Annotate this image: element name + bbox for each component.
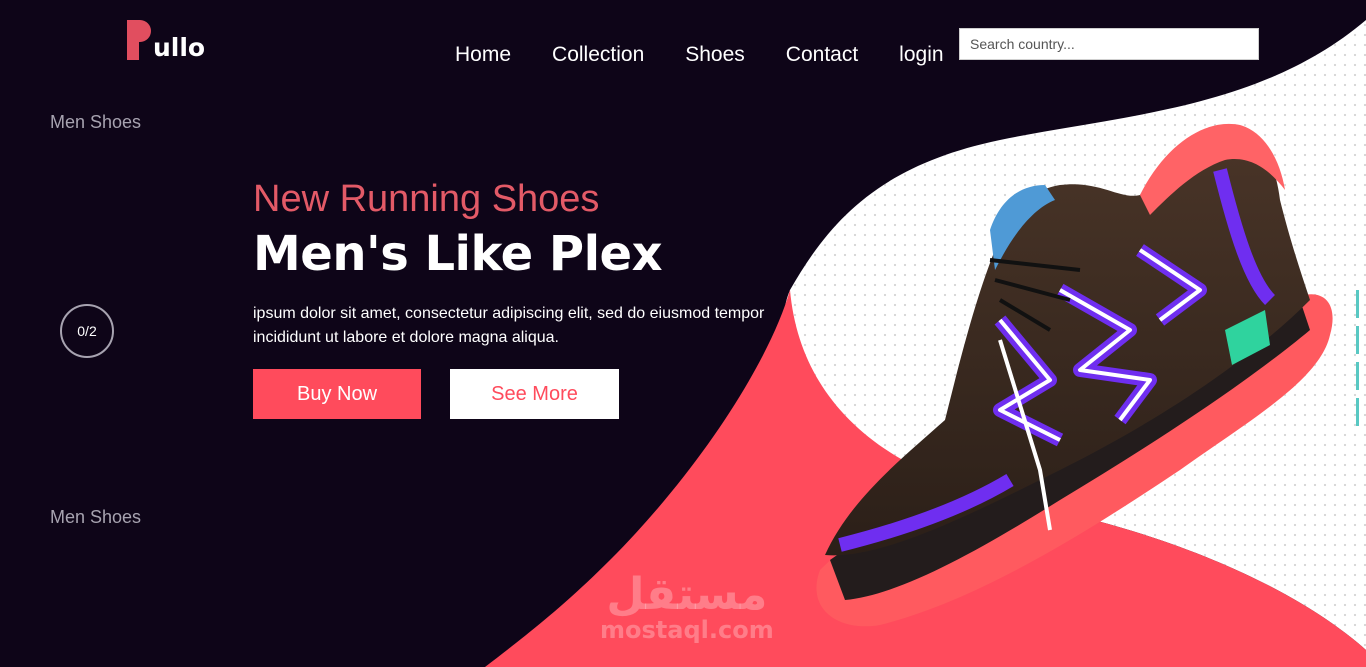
main-nav: Home Collection Shoes Contact login [455, 42, 985, 68]
search-input[interactable] [959, 28, 1259, 60]
slider-indicators [1356, 290, 1359, 434]
slide-counter: 0/2 [60, 304, 114, 358]
slider-indicator[interactable] [1356, 362, 1359, 390]
logo-p-mark [127, 20, 153, 62]
side-label-top: Men Shoes [50, 112, 142, 132]
nav-home[interactable]: Home [455, 42, 511, 68]
nav-contact[interactable]: Contact [786, 42, 858, 68]
slider-indicator[interactable] [1356, 326, 1359, 354]
watermark: مستقل mostaql.com [600, 569, 774, 644]
hero-description: ipsum dolor sit amet, consectetur adipis… [253, 305, 765, 346]
watermark-arabic: مستقل [606, 569, 768, 620]
nav-login[interactable]: login [899, 42, 943, 68]
slider-indicator[interactable] [1356, 398, 1359, 426]
watermark-latin: mostaql.com [600, 616, 774, 644]
side-label-bottom: Men Shoes [50, 507, 142, 527]
see-more-button[interactable]: See More [450, 369, 619, 419]
buy-now-button[interactable]: Buy Now [253, 369, 421, 419]
brand-logo[interactable]: ullo [127, 18, 205, 62]
brand-name: ullo [153, 33, 206, 62]
hero-title: Men's Like Plex [253, 226, 663, 282]
nav-shoes[interactable]: Shoes [685, 42, 745, 68]
slider-indicator[interactable] [1356, 290, 1359, 318]
hero-subtitle: New Running Shoes [253, 178, 600, 220]
nav-collection[interactable]: Collection [552, 42, 644, 68]
